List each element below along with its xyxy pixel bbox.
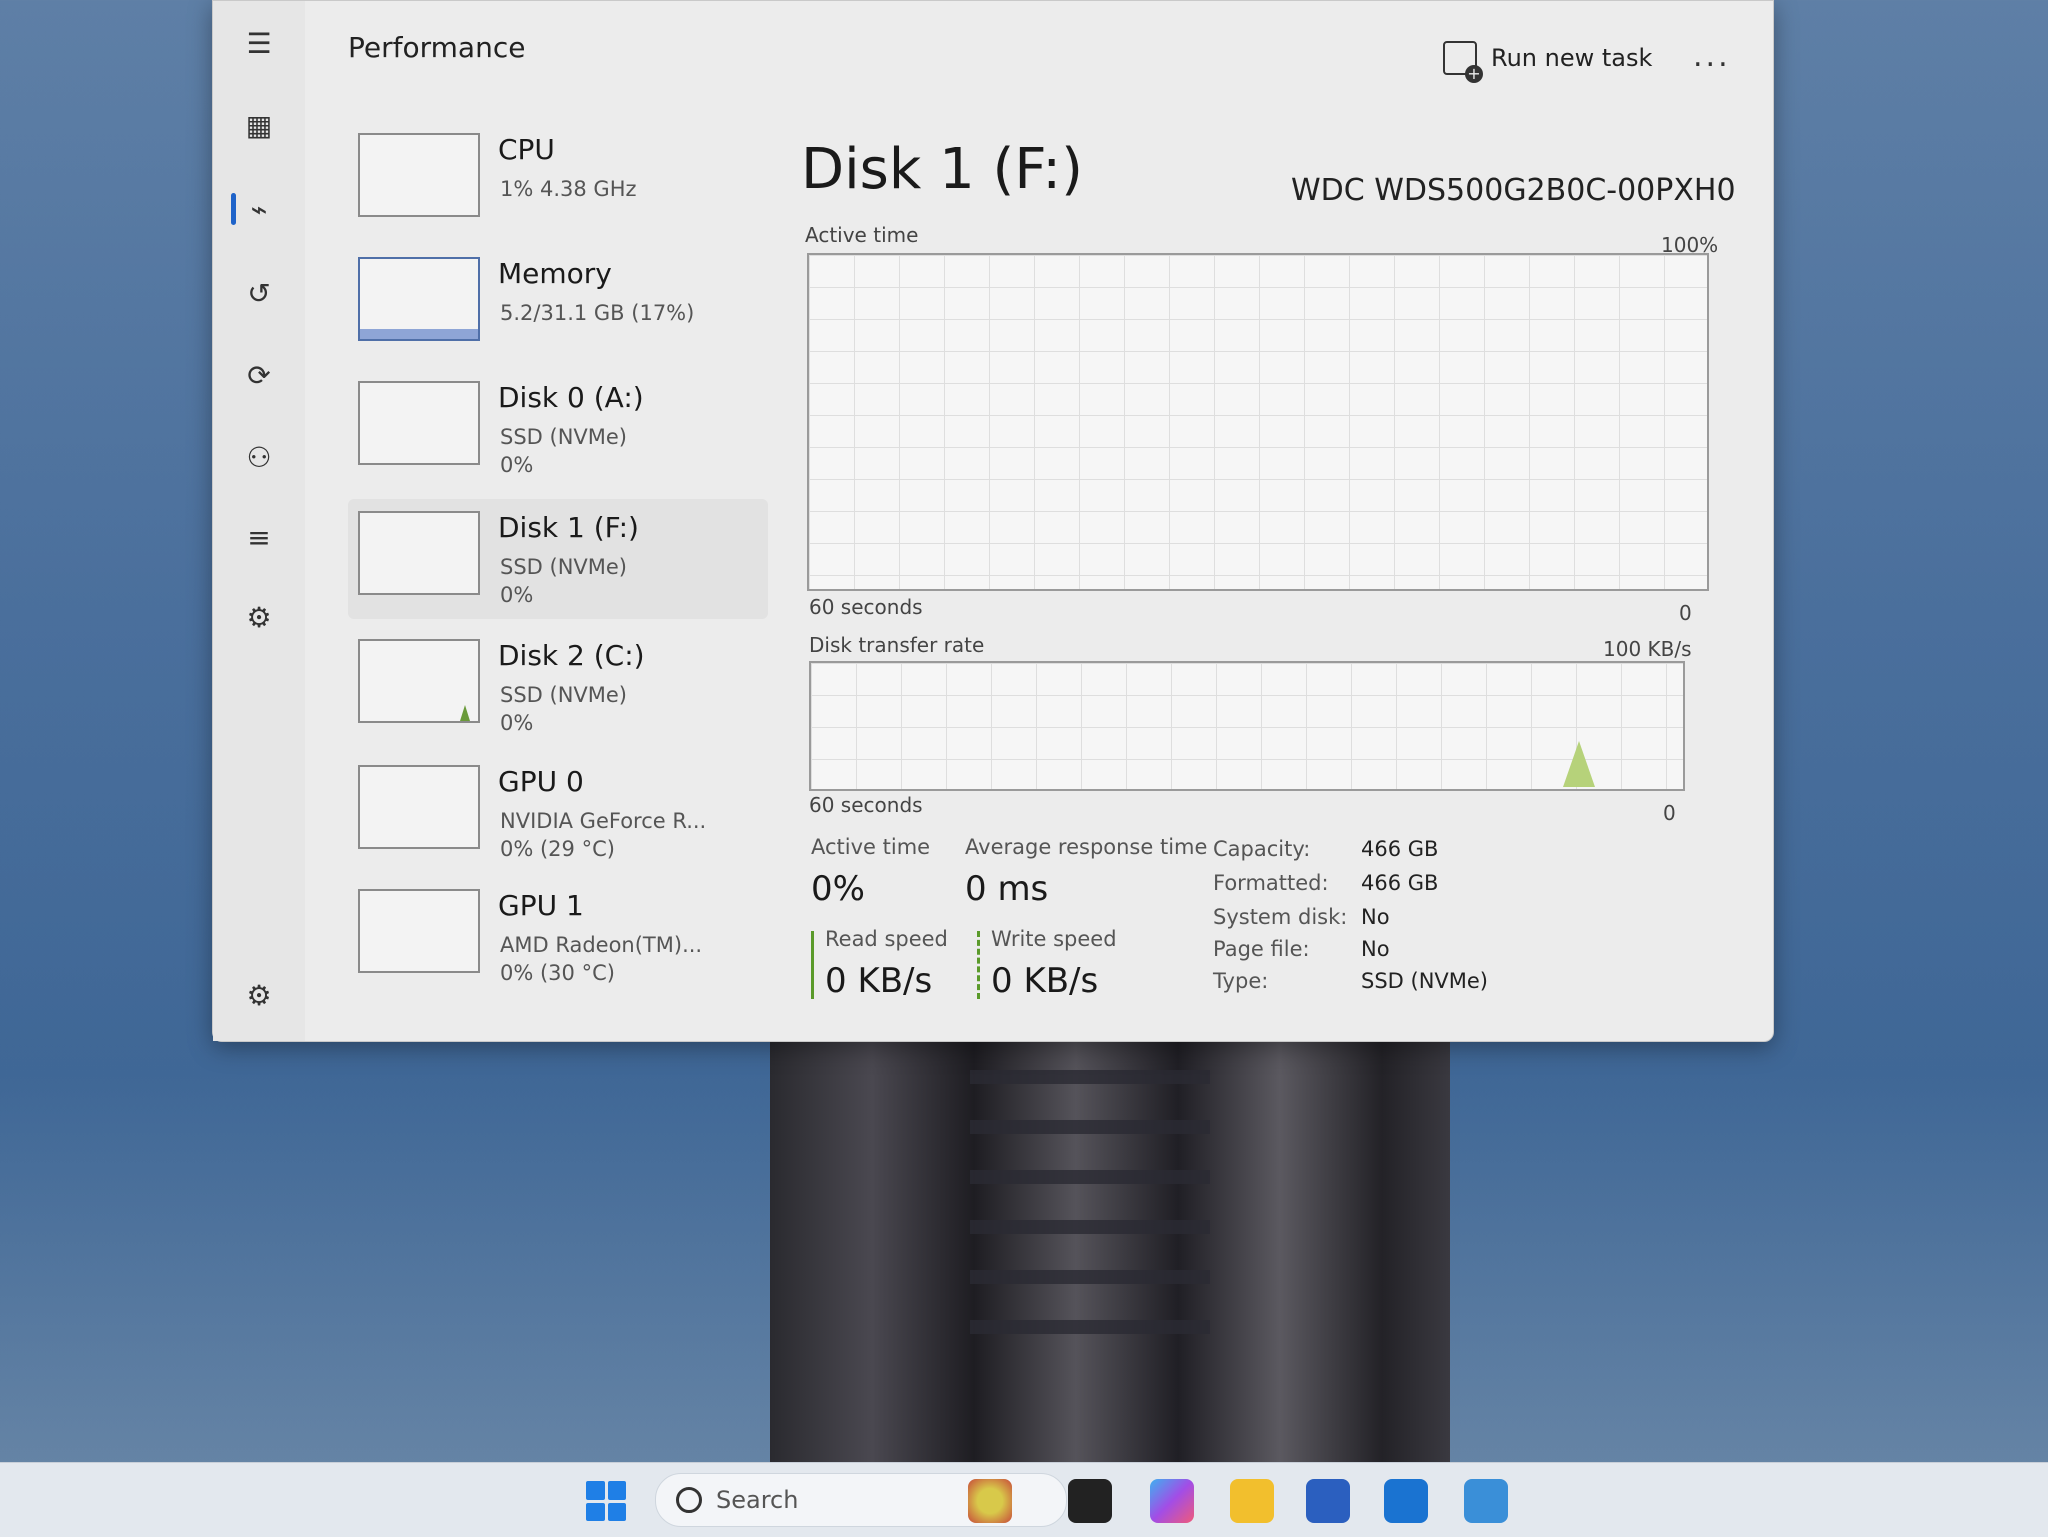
resource-detail: SSD (NVMe): [500, 683, 628, 707]
resource-detail: 1% 4.38 GHz: [500, 177, 637, 201]
performance-icon[interactable]: ⌁: [235, 185, 283, 233]
resource-usage: 0% (29 °C): [500, 837, 615, 861]
read-speed-value: 0 KB/s: [825, 961, 933, 1001]
page-title: Performance: [348, 31, 526, 64]
gpu0-thumbnail-graph: [358, 765, 480, 849]
resource-usage: 0%: [500, 711, 534, 735]
search-icon: [676, 1487, 702, 1513]
resource-usage: 0% (30 °C): [500, 961, 615, 985]
transfer-rate-graph-label: Disk transfer rate: [809, 633, 985, 657]
task-manager-window: ☰ ▦ ⌁ ↺ ⟳ ⚇ ≡ ⚙ ⚙ Performance Run new ta…: [212, 0, 1774, 1042]
resource-detail: AMD Radeon(TM)...: [500, 933, 703, 957]
transfer-spike: [1563, 741, 1595, 787]
transfer-rate-graph: [809, 661, 1685, 791]
settings-gear-icon[interactable]: ⚙: [235, 971, 283, 1019]
run-new-task-label: Run new task: [1491, 44, 1653, 72]
active-time-seconds-label: 60 seconds: [809, 595, 923, 619]
file-explorer-icon[interactable]: [1230, 1479, 1274, 1523]
resource-name: Memory: [498, 257, 612, 290]
disk0-thumbnail-graph: [358, 381, 480, 465]
disk2-thumbnail-graph: [358, 639, 480, 723]
property-key: Capacity:: [1213, 837, 1311, 861]
active-time-min-label: 0: [1679, 601, 1692, 625]
transfer-seconds-label: 60 seconds: [809, 793, 923, 817]
transfer-rate-max-label: 100 KB/s: [1603, 637, 1692, 661]
hamburger-menu-icon[interactable]: ☰: [235, 19, 283, 67]
taskbar: Search: [0, 1462, 2048, 1537]
read-speed-indicator: [811, 931, 814, 999]
read-speed-label: Read speed: [825, 927, 948, 951]
property-value: No: [1361, 905, 1390, 929]
disk1-thumbnail-graph: [358, 511, 480, 595]
resource-name: GPU 0: [498, 765, 584, 798]
wallpaper-photo: [770, 1040, 1450, 1470]
property-key: Formatted:: [1213, 871, 1329, 895]
resource-name: Disk 0 (A:): [498, 381, 644, 414]
nav-rail: ☰ ▦ ⌁ ↺ ⟳ ⚇ ≡ ⚙ ⚙: [213, 1, 305, 1041]
microsoft-365-icon[interactable]: [1150, 1479, 1194, 1523]
active-time-stat-value: 0%: [811, 869, 865, 909]
resource-detail: SSD (NVMe): [500, 425, 628, 449]
startup-apps-icon[interactable]: ⟳: [235, 351, 283, 399]
active-time-graph: [807, 253, 1709, 591]
resource-item-memory[interactable]: Memory 5.2/31.1 GB (17%): [348, 245, 768, 365]
resource-name: GPU 1: [498, 889, 584, 922]
write-speed-indicator: [977, 931, 980, 999]
cpu-thumbnail-graph: [358, 133, 480, 217]
windows-start-icon[interactable]: [586, 1481, 626, 1521]
property-key: System disk:: [1213, 905, 1348, 929]
gpu1-thumbnail-graph: [358, 889, 480, 973]
taskbar-search-placeholder: Search: [716, 1486, 799, 1514]
run-task-icon: [1443, 41, 1483, 83]
resource-item-disk1[interactable]: Disk 1 (F:) SSD (NVMe) 0%: [348, 499, 768, 619]
write-speed-label: Write speed: [991, 927, 1117, 951]
resource-detail: NVIDIA GeForce R...: [500, 809, 707, 833]
property-key: Type:: [1213, 969, 1269, 993]
details-icon[interactable]: ≡: [235, 513, 283, 561]
active-time-graph-label: Active time: [805, 223, 919, 247]
resource-item-disk0[interactable]: Disk 0 (A:) SSD (NVMe) 0%: [348, 369, 768, 489]
services-icon[interactable]: ⚙: [235, 593, 283, 641]
resource-item-disk2[interactable]: Disk 2 (C:) SSD (NVMe) 0%: [348, 627, 768, 747]
write-speed-value: 0 KB/s: [991, 961, 1099, 1001]
processes-icon[interactable]: ▦: [235, 101, 283, 149]
task-view-icon[interactable]: [1068, 1479, 1112, 1523]
resource-usage: 0%: [500, 583, 534, 607]
memory-thumbnail-graph: [358, 257, 480, 341]
resource-item-gpu1[interactable]: GPU 1 AMD Radeon(TM)... 0% (30 °C): [348, 877, 768, 997]
resource-name: Disk 1 (F:): [498, 511, 639, 544]
resource-item-gpu0[interactable]: GPU 0 NVIDIA GeForce R... 0% (29 °C): [348, 753, 768, 873]
resource-detail: SSD (NVMe): [500, 555, 628, 579]
resource-item-cpu[interactable]: CPU 1% 4.38 GHz: [348, 121, 768, 241]
run-new-task-button[interactable]: Run new task: [1443, 41, 1653, 83]
property-key: Page file:: [1213, 937, 1310, 961]
outlook-icon[interactable]: [1384, 1479, 1428, 1523]
resource-usage: 0%: [500, 453, 534, 477]
resource-name: CPU: [498, 133, 555, 166]
property-value: SSD (NVMe): [1361, 969, 1489, 993]
resource-name: Disk 2 (C:): [498, 639, 645, 672]
resource-detail: 5.2/31.1 GB (17%): [500, 301, 695, 325]
transfer-min-label: 0: [1663, 801, 1676, 825]
app-history-icon[interactable]: ↺: [235, 269, 283, 317]
avg-response-stat-label: Average response time: [965, 835, 1208, 859]
task-manager-taskbar-icon[interactable]: [1464, 1479, 1508, 1523]
active-time-stat-label: Active time: [811, 835, 931, 859]
property-value: No: [1361, 937, 1390, 961]
microsoft-store-icon[interactable]: [1306, 1479, 1350, 1523]
property-value: 466 GB: [1361, 837, 1439, 861]
users-icon[interactable]: ⚇: [235, 433, 283, 481]
disk-model: WDC WDS500G2B0C-00PXH0: [1291, 173, 1736, 208]
more-options-button[interactable]: ...: [1693, 39, 1731, 74]
disk-title: Disk 1 (F:): [801, 137, 1083, 202]
search-highlight-icon[interactable]: [968, 1479, 1012, 1523]
property-value: 466 GB: [1361, 871, 1439, 895]
avg-response-stat-value: 0 ms: [965, 869, 1049, 909]
